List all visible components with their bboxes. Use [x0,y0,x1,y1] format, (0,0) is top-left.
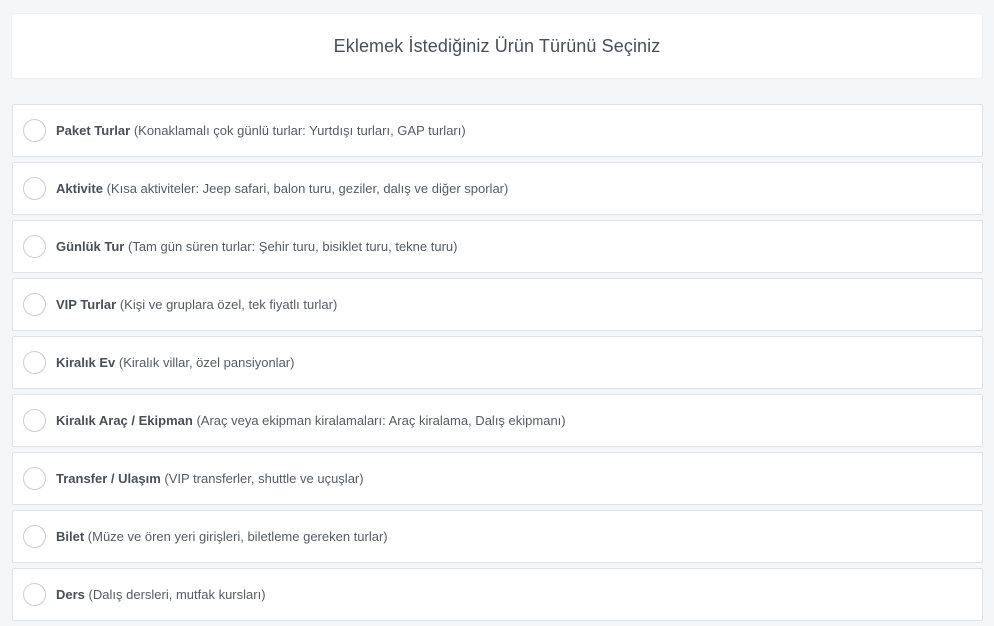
option-description: (Kiralık villar, özel pansiyonlar) [118,355,295,370]
option-label: Kiralık Ev (Kiralık villar, özel pansiyo… [56,355,294,370]
radio-button[interactable] [23,409,46,432]
option-name: Transfer / Ulaşım [56,471,161,486]
radio-button[interactable] [23,119,46,142]
page-title: Eklemek İstediğiniz Ürün Türünü Seçiniz [333,35,661,56]
option-transfer-ulasim[interactable]: Transfer / Ulaşım (VIP transferler, shut… [12,452,983,505]
option-description: (Dalış dersleri, mutfak kursları) [88,587,266,602]
option-name: Ders [56,587,85,602]
option-name: Kiralık Ev [56,355,116,370]
option-name: Aktivite [56,181,103,196]
option-name: Kiralık Araç / Ekipman [56,413,193,428]
radio-button[interactable] [23,351,46,374]
option-description: (Araç veya ekipman kiralamaları: Araç ki… [196,413,566,428]
option-description: (Kısa aktiviteler: Jeep safari, balon tu… [106,181,509,196]
option-label: Bilet (Müze ve ören yeri girişleri, bile… [56,529,388,544]
option-name: Bilet [56,529,85,544]
option-gunluk-tur[interactable]: Günlük Tur (Tam gün süren turlar: Şehir … [12,220,983,273]
radio-button[interactable] [23,235,46,258]
option-name: Paket Turlar [56,123,131,138]
radio-button[interactable] [23,525,46,548]
option-label: Ders (Dalış dersleri, mutfak kursları) [56,587,266,602]
radio-button[interactable] [23,177,46,200]
option-description: (Konaklamalı çok günlü turlar: Yurtdışı … [133,123,466,138]
option-aktivite[interactable]: Aktivite (Kısa aktiviteler: Jeep safari,… [12,162,983,215]
option-name: Günlük Tur [56,239,125,254]
option-label: VIP Turlar (Kişi ve gruplara özel, tek f… [56,297,337,312]
radio-button[interactable] [23,467,46,490]
option-kiralik-ev[interactable]: Kiralık Ev (Kiralık villar, özel pansiyo… [12,336,983,389]
option-label: Aktivite (Kısa aktiviteler: Jeep safari,… [56,181,508,196]
option-bilet[interactable]: Bilet (Müze ve ören yeri girişleri, bile… [12,510,983,563]
header-card: Eklemek İstediğiniz Ürün Türünü Seçiniz [12,14,982,78]
option-label: Paket Turlar (Konaklamalı çok günlü turl… [56,123,466,138]
option-name: VIP Turlar [56,297,117,312]
option-vip-turlar[interactable]: VIP Turlar (Kişi ve gruplara özel, tek f… [12,278,983,331]
option-label: Günlük Tur (Tam gün süren turlar: Şehir … [56,239,457,254]
radio-button[interactable] [23,293,46,316]
option-description: (Tam gün süren turlar: Şehir turu, bisik… [128,239,458,254]
product-type-list: Paket Turlar (Konaklamalı çok günlü turl… [12,104,983,626]
option-description: (VIP transferler, shuttle ve uçuşlar) [164,471,364,486]
option-kiralik-arac-ekipman[interactable]: Kiralık Araç / Ekipman (Araç veya ekipma… [12,394,983,447]
option-ders[interactable]: Ders (Dalış dersleri, mutfak kursları) [12,568,983,621]
option-description: (Müze ve ören yeri girişleri, biletleme … [87,529,388,544]
option-label: Transfer / Ulaşım (VIP transferler, shut… [56,471,364,486]
option-description: (Kişi ve gruplara özel, tek fiyatlı turl… [119,297,338,312]
option-paket-turlar[interactable]: Paket Turlar (Konaklamalı çok günlü turl… [12,104,983,157]
option-label: Kiralık Araç / Ekipman (Araç veya ekipma… [56,413,566,428]
